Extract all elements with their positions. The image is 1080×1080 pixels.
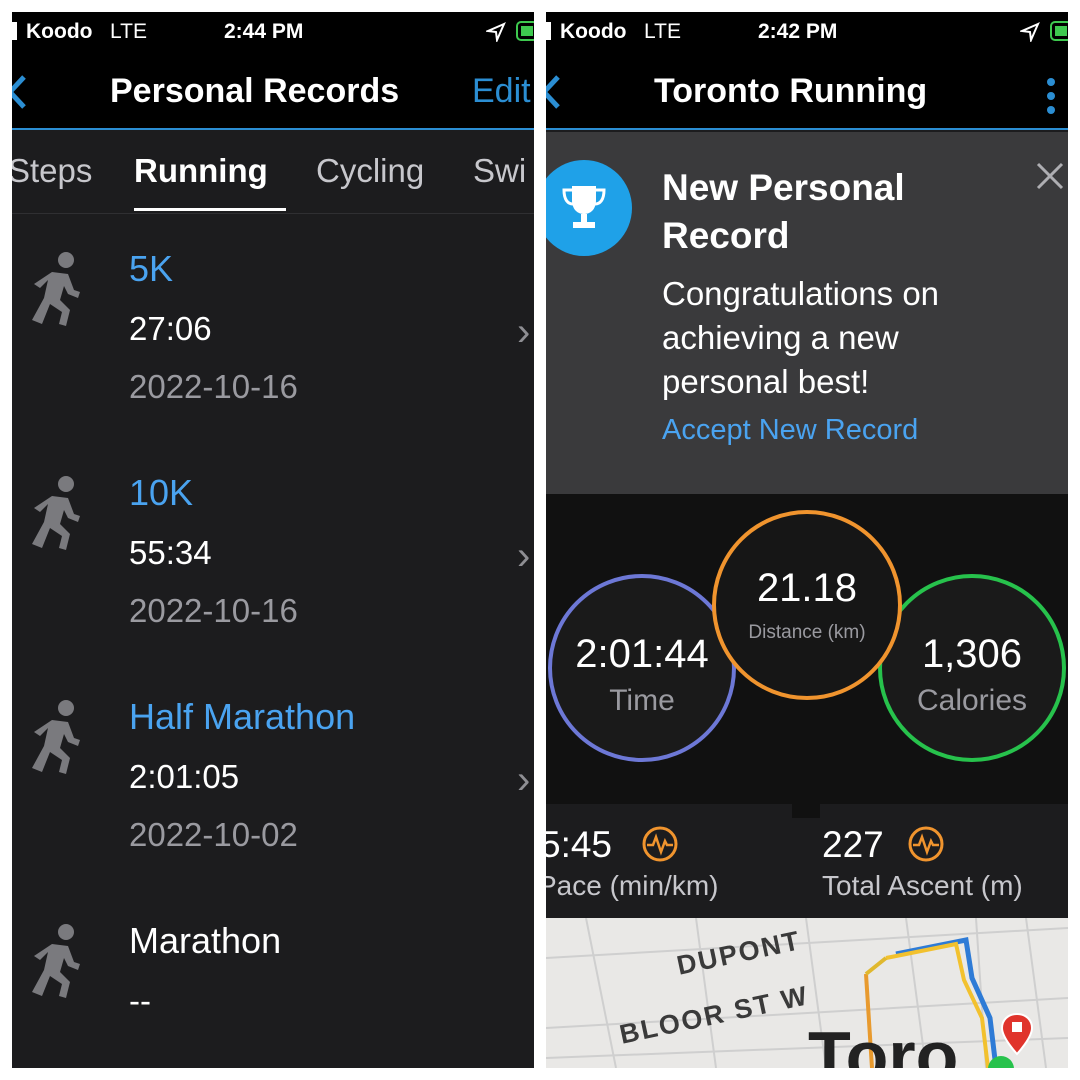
accept-record-link[interactable]: Accept New Record (662, 414, 918, 447)
activity-detail-screen: Koodo LTE 2:42 PM Toronto Running New Pe… (546, 12, 1068, 1068)
battery-icon (516, 21, 534, 41)
close-icon[interactable] (1034, 160, 1066, 192)
calories-stat-circle: 1,306 Calories (878, 574, 1066, 762)
new-record-banner: New Personal Record Congratulations on a… (546, 132, 1068, 494)
nav-bar: Toronto Running (546, 50, 1068, 130)
more-options-icon[interactable] (1044, 76, 1058, 116)
time-label: Time (609, 684, 675, 717)
record-date: 2022-10-02 (129, 816, 298, 853)
calories-label: Calories (916, 684, 1028, 717)
activity-tabs: Steps Running Cycling Swi (12, 132, 534, 214)
trophy-icon (562, 186, 606, 228)
clock: 2:44 PM (224, 20, 304, 43)
pace-value: 5:45 (546, 824, 613, 865)
time-stat-circle: 2:01:44 Time (548, 574, 736, 762)
signal-icon (546, 22, 551, 40)
ascent-value: 227 (822, 824, 884, 865)
record-row-10k[interactable]: 10K 55:34 2022-10-16 › (12, 438, 534, 662)
page-title: Toronto Running (654, 72, 928, 110)
record-row-half-marathon[interactable]: Half Marathon 2:01:05 2022-10-02 › (12, 662, 534, 886)
banner-message: Congratulations on achieving a new perso… (662, 275, 940, 400)
tab-steps[interactable]: Steps (12, 152, 92, 190)
start-pin-icon (988, 1056, 1014, 1068)
tab-swimming[interactable]: Swi (473, 152, 526, 190)
network-label: LTE (644, 20, 681, 43)
page-title: Personal Records (110, 72, 400, 110)
location-arrow-icon (486, 22, 506, 42)
running-person-icon (32, 476, 80, 550)
heart-rate-icon (642, 826, 678, 862)
back-chevron-icon[interactable] (546, 74, 562, 110)
divider (792, 804, 820, 818)
ascent-label: Total Ascent (m) (822, 870, 1023, 901)
calories-value: 1,306 (921, 632, 1023, 676)
banner-title: New Personal Record (662, 167, 905, 256)
record-name: Half Marathon (129, 696, 356, 737)
pace-label: Pace (min/km) (546, 870, 719, 901)
status-bar: Koodo LTE 2:44 PM (12, 12, 534, 50)
metrics-row: 5:45 Pace (min/km) 227 Total Ascent (m) (546, 804, 1068, 918)
record-row-5k[interactable]: 5K 27:06 2022-10-16 › (12, 214, 534, 438)
trophy-badge (546, 160, 632, 256)
heart-rate-icon (908, 826, 944, 862)
running-person-icon (32, 924, 80, 998)
edit-button[interactable]: Edit (472, 72, 531, 111)
carrier-label: Koodo (560, 20, 627, 43)
record-time: 27:06 (129, 310, 212, 347)
personal-records-screen: Koodo LTE 2:44 PM Personal Records Edit … (12, 12, 534, 1068)
chevron-right-icon: › (517, 310, 531, 354)
chevron-right-icon: › (517, 534, 531, 578)
city-label: Toro (808, 1017, 959, 1068)
active-tab-indicator (134, 208, 286, 211)
record-name: 10K (129, 472, 194, 513)
end-pin-icon (1000, 1012, 1034, 1056)
distance-stat-circle: 21.18 Distance (km) (712, 510, 902, 700)
network-label: LTE (110, 20, 147, 43)
distance-label: Distance (km) (748, 622, 866, 643)
record-time: -- (129, 982, 151, 1019)
chevron-right-icon: › (517, 758, 531, 802)
time-value: 2:01:44 (575, 632, 709, 676)
signal-icon (12, 22, 17, 40)
tab-cycling[interactable]: Cycling (316, 152, 424, 190)
record-time: 55:34 (129, 534, 212, 571)
record-time: 2:01:05 (129, 758, 240, 795)
record-row-marathon[interactable]: Marathon -- (12, 886, 534, 1068)
back-chevron-icon[interactable] (12, 74, 28, 110)
status-bar: Koodo LTE 2:42 PM (546, 12, 1068, 50)
activity-summary: 2:01:44 Time 1,306 Calories 21.18 Distan… (546, 494, 1068, 804)
record-date: 2022-10-16 (129, 592, 298, 629)
running-person-icon (32, 700, 80, 774)
running-person-icon (32, 252, 80, 326)
record-name: Marathon (129, 920, 282, 961)
distance-value: 21.18 (756, 566, 858, 610)
clock: 2:42 PM (758, 20, 838, 43)
route-map[interactable]: DUPONT BLOOR ST W Toro (546, 918, 1068, 1068)
battery-icon (1050, 21, 1068, 41)
tab-running[interactable]: Running (134, 152, 268, 190)
nav-bar: Personal Records Edit (12, 50, 534, 130)
record-date: 2022-10-16 (129, 368, 298, 405)
location-arrow-icon (1020, 22, 1040, 42)
carrier-label: Koodo (26, 20, 93, 43)
record-name: 5K (129, 248, 174, 289)
